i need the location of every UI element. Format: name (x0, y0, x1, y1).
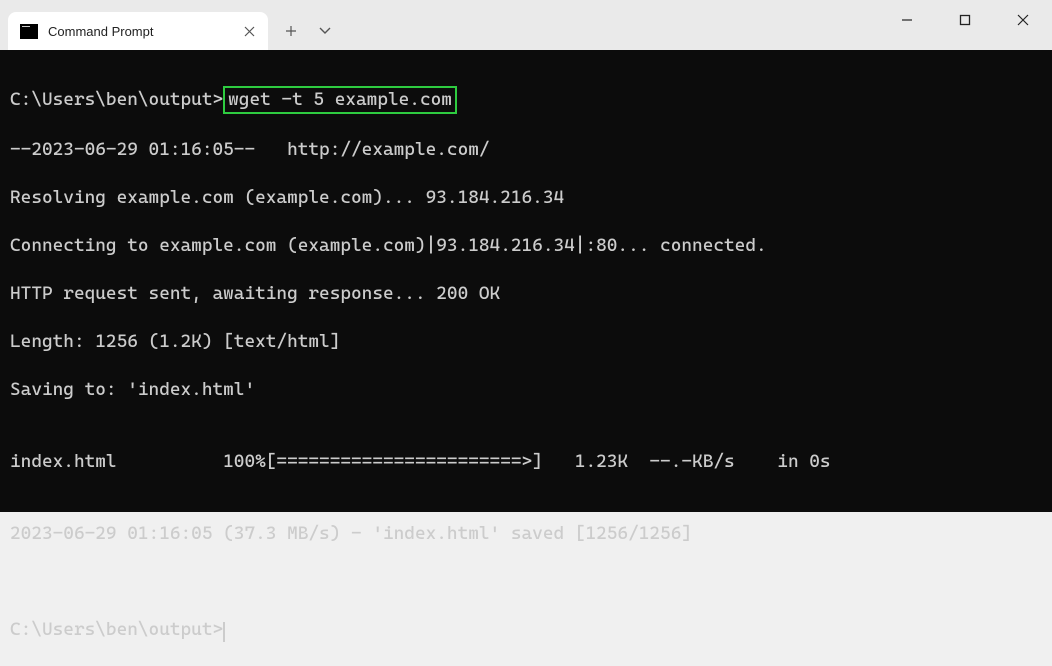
terminal-line: HTTP request sent, awaiting response... … (10, 282, 1042, 306)
terminal-line: Saving to: 'index.html' (10, 378, 1042, 402)
close-window-button[interactable] (994, 0, 1052, 40)
terminal-line: Resolving example.com (example.com)... 9… (10, 186, 1042, 210)
terminal-line: Connecting to example.com (example.com)|… (10, 234, 1042, 258)
terminal-line: --2023-06-29 01:16:05-- http://example.c… (10, 138, 1042, 162)
tab-title: Command Prompt (48, 24, 234, 39)
tab-command-prompt[interactable]: Command Prompt (8, 12, 268, 50)
maximize-button[interactable] (936, 0, 994, 40)
terminal-line: 2023-06-29 01:16:05 (37.3 MB/s) - 'index… (10, 522, 1042, 546)
window-controls (878, 0, 1052, 40)
close-tab-button[interactable] (242, 24, 256, 38)
minimize-button[interactable] (878, 0, 936, 40)
prompt-text: C:\Users\ben\output> (10, 89, 223, 110)
prompt-text: C:\Users\ben\output> (10, 619, 223, 640)
terminal-output[interactable]: C:\Users\ben\output>wget -t 5 example.co… (0, 50, 1052, 512)
cursor (223, 622, 225, 642)
tabs-area: Command Prompt (0, 0, 342, 50)
new-tab-button[interactable] (274, 14, 308, 48)
terminal-line: C:\Users\ben\output>wget -t 5 example.co… (10, 86, 1042, 114)
command-prompt-icon (20, 24, 38, 39)
titlebar: Command Prompt (0, 0, 1052, 50)
highlighted-command: wget -t 5 example.com (223, 86, 457, 114)
command-text: wget -t 5 example.com (228, 89, 452, 110)
tab-dropdown-button[interactable] (308, 14, 342, 48)
terminal-line: C:\Users\ben\output> (10, 618, 1042, 642)
terminal-line: index.html 100%[=======================>… (10, 450, 1042, 474)
terminal-line: Length: 1256 (1.2K) [text/html] (10, 330, 1042, 354)
